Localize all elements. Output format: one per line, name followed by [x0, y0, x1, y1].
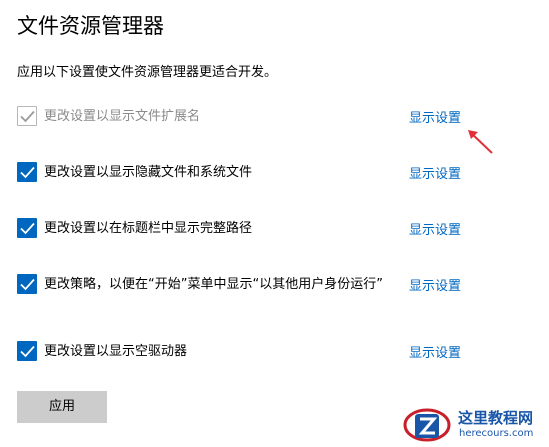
page-title: 文件资源管理器	[17, 14, 164, 38]
show-settings-link-full-path[interactable]: 显示设置	[409, 219, 461, 238]
apply-button[interactable]: 应用	[17, 391, 107, 423]
checkmark-icon	[20, 166, 35, 179]
setting-row-run-as-user: 更改策略，以便在“开始”菜单中显示“以其他用户身份运行” 显示设置	[17, 274, 537, 314]
setting-row-empty-drives: 更改设置以显示空驱动器 显示设置	[17, 341, 537, 381]
checkmark-icon	[20, 222, 35, 235]
watermark-name: 这里教程网	[458, 409, 534, 427]
checkbox-run-as-user[interactable]	[17, 274, 37, 294]
setting-row-file-extensions: 更改设置以显示文件扩展名 显示设置	[17, 106, 537, 146]
setting-row-full-path: 更改设置以在标题栏中显示完整路径 显示设置	[17, 218, 537, 258]
watermark-logo-icon	[403, 408, 451, 442]
setting-label-hidden-files: 更改设置以显示隐藏文件和系统文件	[44, 165, 253, 180]
setting-label-file-extensions: 更改设置以显示文件扩展名	[44, 109, 201, 124]
show-settings-link-empty-drives[interactable]: 显示设置	[409, 342, 461, 361]
annotation-arrow-icon	[468, 130, 493, 154]
show-settings-link-run-as-user[interactable]: 显示设置	[409, 275, 461, 294]
checkmark-icon	[20, 345, 35, 358]
page-description: 应用以下设置使文件资源管理器更适合开发。	[17, 65, 278, 80]
watermark-url: herecours.com	[459, 428, 534, 439]
checkbox-empty-drives[interactable]	[17, 341, 37, 361]
checkbox-file-extensions	[17, 106, 37, 126]
setting-label-full-path: 更改设置以在标题栏中显示完整路径	[44, 221, 253, 236]
checkbox-full-path[interactable]	[17, 218, 37, 238]
checkmark-icon	[20, 110, 35, 123]
show-settings-link-hidden-files[interactable]: 显示设置	[409, 163, 461, 182]
setting-label-empty-drives: 更改设置以显示空驱动器	[44, 344, 188, 359]
show-settings-link-file-extensions[interactable]: 显示设置	[409, 107, 461, 126]
setting-row-hidden-files: 更改设置以显示隐藏文件和系统文件 显示设置	[17, 162, 537, 202]
checkmark-icon	[20, 278, 35, 291]
setting-label-run-as-user: 更改策略，以便在“开始”菜单中显示“以其他用户身份运行”	[44, 277, 383, 292]
checkbox-hidden-files[interactable]	[17, 162, 37, 182]
